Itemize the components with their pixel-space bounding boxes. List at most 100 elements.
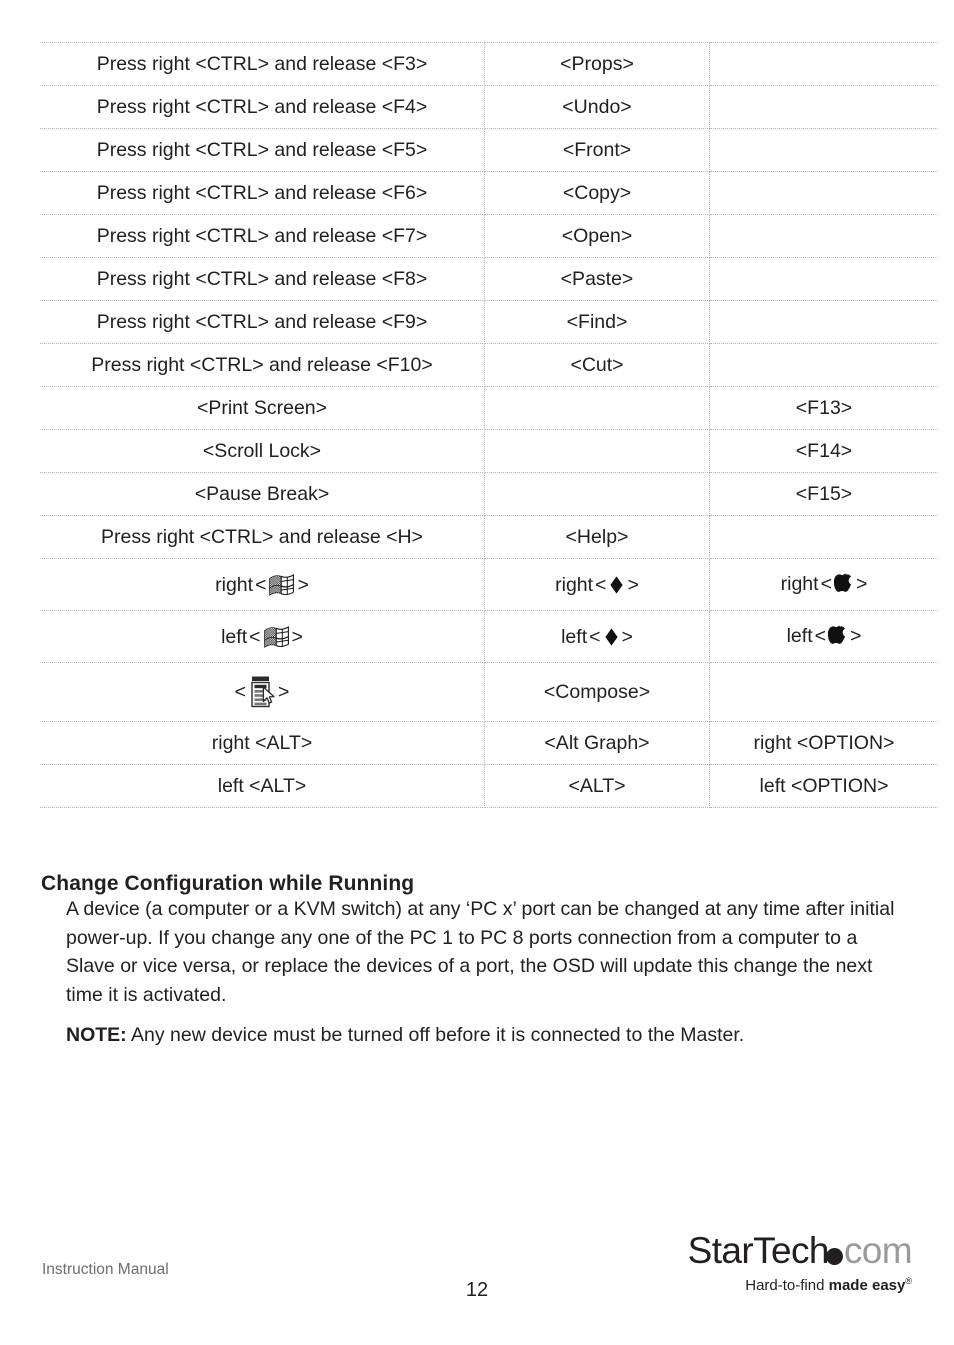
- body-paragraph: A device (a computer or a KVM switch) at…: [66, 898, 895, 1006]
- angle-open: <: [249, 625, 261, 648]
- cell-mac-key: <F14>: [709, 429, 938, 473]
- cell-sun-key: <Open>: [484, 214, 710, 258]
- table-row: left <ALT> <ALT> left <OPTION>: [40, 764, 938, 808]
- cell-pc-key: Press right <CTRL> and release <F3>: [40, 42, 485, 86]
- key-mapping-table-body: Press right <CTRL> and release <F3> <Pro…: [40, 42, 938, 808]
- angle-open: <: [595, 573, 607, 596]
- table-row: right <ALT> <Alt Graph> right <OPTION>: [40, 721, 938, 765]
- apple-key-combo: right < >: [781, 573, 868, 596]
- cell-pc-key: left < >: [40, 610, 485, 663]
- cell-mac-key: [709, 257, 938, 301]
- cell-sun-key: <Help>: [484, 515, 710, 559]
- cell-sun-key: [484, 472, 710, 516]
- cell-pc-key: Press right <CTRL> and release <F6>: [40, 171, 485, 215]
- angle-close: >: [297, 573, 309, 596]
- angle-close: >: [850, 625, 862, 648]
- cell-pc-key: Press right <CTRL> and release <F4>: [40, 85, 485, 129]
- angle-open: <: [589, 625, 601, 648]
- section-body: A device (a computer or a KVM switch) at…: [66, 895, 909, 1050]
- cell-sun-key: <Paste>: [484, 257, 710, 301]
- table-row: Press right <CTRL> and release <F5> <Fro…: [40, 128, 938, 172]
- cell-pc-key: <Print Screen>: [40, 386, 485, 430]
- cell-pc-key: right <ALT>: [40, 721, 485, 765]
- table-row: Press right <CTRL> and release <F10> <Cu…: [40, 343, 938, 387]
- windows-key-combo: left < >: [221, 626, 303, 648]
- cell-mac-key: <F13>: [709, 386, 938, 430]
- apple-logo-icon: [833, 573, 854, 596]
- angle-open: <: [820, 573, 832, 596]
- cell-mac-key: right < >: [709, 558, 938, 611]
- note-text: Any new device must be turned off before…: [126, 1024, 745, 1046]
- cell-mac-key: [709, 300, 938, 344]
- key-side-label: right: [555, 573, 594, 596]
- sun-diamond-key-combo: right < >: [555, 574, 639, 596]
- cell-sun-key: <Alt Graph>: [484, 721, 710, 765]
- cell-pc-key: Press right <CTRL> and release <F8>: [40, 257, 485, 301]
- cell-pc-key: Press right <CTRL> and release <H>: [40, 515, 485, 559]
- angle-open: <: [234, 680, 246, 703]
- cell-mac-key: [709, 662, 938, 722]
- table-row: <Pause Break> <F15>: [40, 472, 938, 516]
- angle-close: >: [291, 625, 303, 648]
- cell-mac-key: left < >: [709, 610, 938, 663]
- table-row: Press right <CTRL> and release <F3> <Pro…: [40, 42, 938, 86]
- cell-sun-key: <ALT>: [484, 764, 710, 808]
- table-row: Press right <CTRL> and release <H> <Help…: [40, 515, 938, 559]
- cell-pc-key: <Scroll Lock>: [40, 429, 485, 473]
- cell-pc-key: Press right <CTRL> and release <F7>: [40, 214, 485, 258]
- cell-mac-key: [709, 171, 938, 215]
- angle-close: >: [855, 573, 868, 596]
- logo-tld-text: com: [843, 1230, 913, 1271]
- key-side-label: left: [221, 625, 248, 648]
- cell-pc-key: Press right <CTRL> and release <F9>: [40, 300, 485, 344]
- tagline-bold-text: made easy: [828, 1277, 906, 1294]
- cell-sun-key: <Cut>: [484, 343, 710, 387]
- cell-mac-key: <F15>: [709, 472, 938, 516]
- angle-close: >: [621, 625, 633, 648]
- cell-sun-key: <Copy>: [484, 171, 710, 215]
- logo-dot-icon: [825, 1248, 843, 1265]
- table-row: Press right <CTRL> and release <F7> <Ope…: [40, 214, 938, 258]
- footer-document-label: Instruction Manual: [42, 1261, 169, 1278]
- cell-mac-key: [709, 343, 938, 387]
- startech-logo: StarTech com Hard-to-find made easy®: [672, 1230, 913, 1294]
- apple-key-combo: left < >: [787, 625, 862, 648]
- table-row: Press right <CTRL> and release <F4> <Und…: [40, 85, 938, 129]
- windows-flag-icon: [268, 573, 295, 596]
- sun-diamond-key-combo: left < >: [561, 626, 633, 648]
- section-heading: Change Configuration while Running: [41, 872, 415, 896]
- note-paragraph: NOTE: Any new device must be turned off …: [66, 1021, 909, 1050]
- cell-mac-key: [709, 214, 938, 258]
- sun-diamond-icon: [608, 575, 625, 595]
- cell-sun-key: [484, 386, 710, 430]
- key-mapping-table: Press right <CTRL> and release <F3> <Pro…: [40, 42, 938, 808]
- cell-mac-key: [709, 515, 938, 559]
- table-row-compose: < > <Compose>: [40, 662, 938, 722]
- registered-mark: ®: [905, 1276, 912, 1286]
- logo-wordmark: StarTech com: [672, 1230, 913, 1271]
- cell-sun-key: <Props>: [484, 42, 710, 86]
- logo-brand-text: StarTech: [687, 1230, 830, 1271]
- key-side-label: left: [786, 625, 813, 648]
- cell-pc-key: left <ALT>: [40, 764, 485, 808]
- cell-mac-key: [709, 128, 938, 172]
- context-menu-key-combo: < >: [234, 675, 290, 709]
- sun-diamond-icon: [603, 627, 620, 647]
- angle-close: >: [627, 573, 639, 596]
- cell-sun-key: [484, 429, 710, 473]
- cell-sun-key: <Undo>: [484, 85, 710, 129]
- table-row: Press right <CTRL> and release <F6> <Cop…: [40, 171, 938, 215]
- cell-mac-key: right <OPTION>: [709, 721, 938, 765]
- table-row: <Scroll Lock> <F14>: [40, 429, 938, 473]
- table-row-windows-right: right < > right < > right < >: [40, 558, 938, 611]
- cell-mac-key: [709, 42, 938, 86]
- tagline-light-text: Hard-to-find: [745, 1277, 829, 1294]
- context-menu-key-icon: [248, 675, 276, 709]
- cell-pc-key: < >: [40, 662, 485, 722]
- table-row-windows-left: left < > left < > left < >: [40, 610, 938, 663]
- windows-flag-icon: [263, 625, 290, 648]
- angle-close: >: [278, 680, 290, 703]
- table-row: Press right <CTRL> and release <F9> <Fin…: [40, 300, 938, 344]
- cell-pc-key: Press right <CTRL> and release <F5>: [40, 128, 485, 172]
- cell-pc-key: Press right <CTRL> and release <F10>: [40, 343, 485, 387]
